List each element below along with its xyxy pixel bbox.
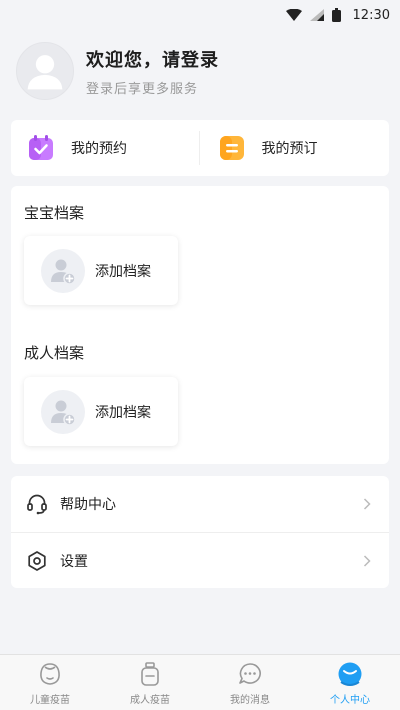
archives-card: 宝宝档案 添加档案 成人档案 添加档案 — [11, 186, 389, 464]
tab-label: 儿童疫苗 — [30, 694, 70, 706]
settings-row[interactable]: 设置 — [11, 532, 389, 588]
tab-my-messages[interactable]: 我的消息 — [200, 655, 300, 710]
add-adult-archive-button[interactable]: 添加档案 — [24, 377, 178, 446]
chevron-right-icon — [363, 498, 371, 510]
my-order-label: 我的预订 — [261, 141, 318, 157]
help-center-label: 帮助中心 — [60, 497, 116, 513]
chat-bubble-icon — [236, 660, 264, 688]
gear-icon — [26, 550, 48, 572]
tab-child-vaccine[interactable]: 儿童疫苗 — [0, 655, 100, 710]
wifi-icon — [285, 9, 302, 21]
tab-label: 成人疫苗 — [130, 694, 170, 706]
default-user-icon[interactable] — [16, 42, 74, 100]
baby-archive-title: 宝宝档案 — [24, 204, 85, 222]
add-baby-archive-button[interactable]: 添加档案 — [24, 236, 178, 305]
tab-label: 我的消息 — [230, 694, 270, 706]
add-person-icon — [41, 389, 85, 434]
add-baby-archive-label: 添加档案 — [95, 263, 151, 280]
bottom-tab-bar: 儿童疫苗 成人疫苗 我的消息 个人中心 — [0, 654, 400, 710]
settings-label: 设置 — [60, 553, 88, 570]
add-adult-archive-label: 添加档案 — [95, 404, 151, 421]
status-time: 12:30 — [352, 7, 390, 23]
tab-personal-center[interactable]: 个人中心 — [300, 655, 400, 710]
person-center-icon — [336, 660, 364, 688]
my-appointment-button[interactable]: 我的预约 — [11, 120, 199, 176]
headset-icon — [26, 493, 48, 515]
add-person-icon — [41, 248, 85, 293]
status-bar: 12:30 — [0, 0, 400, 30]
battery-icon — [331, 8, 341, 22]
vaccine-bottle-icon — [136, 660, 164, 688]
settings-menu: 帮助中心 设置 — [11, 476, 389, 588]
note-icon — [218, 134, 246, 162]
login-title[interactable]: 欢迎您，请登录 — [86, 46, 219, 72]
login-header[interactable]: 欢迎您，请登录 登录后享更多服务 — [16, 42, 219, 100]
adult-archive-title: 成人档案 — [24, 344, 85, 362]
my-order-button[interactable]: 我的预订 — [198, 131, 390, 165]
calendar-check-icon — [27, 134, 55, 162]
tab-adult-vaccine[interactable]: 成人疫苗 — [100, 655, 200, 710]
my-appointment-label: 我的预约 — [71, 141, 127, 157]
login-subtitle: 登录后享更多服务 — [86, 81, 199, 97]
help-center-row[interactable]: 帮助中心 — [11, 476, 389, 532]
chevron-right-icon — [363, 554, 371, 567]
quick-entries: 我的预约 我的预订 — [11, 120, 389, 176]
tab-label: 个人中心 — [330, 694, 370, 706]
child-icon — [36, 660, 64, 688]
signal-icon — [309, 9, 324, 21]
